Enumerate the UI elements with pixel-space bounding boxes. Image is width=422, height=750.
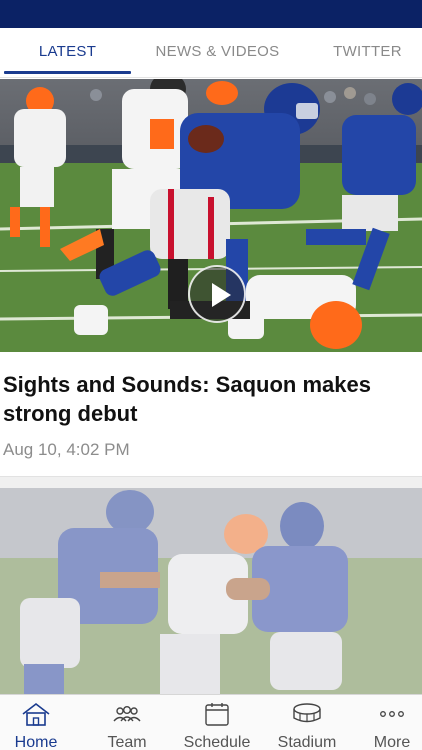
nav-more-label: More	[373, 734, 411, 750]
nav-stadium-label: Stadium	[277, 734, 337, 750]
article-timestamp: Aug 10, 4:02 PM	[3, 440, 130, 459]
featured-video-thumbnail[interactable]	[0, 79, 422, 352]
more-icon	[380, 711, 404, 717]
card-divider	[0, 476, 422, 488]
calendar-icon	[205, 703, 229, 726]
second-article-thumbnail[interactable]	[0, 488, 422, 696]
bottom-navigation: Home Team Schedule Stadium More	[0, 694, 422, 750]
status-bar	[0, 0, 422, 28]
play-icon[interactable]	[188, 265, 246, 323]
content-tabs: LATEST NEWS & VIDEOS TWITTER	[0, 28, 422, 78]
nav-home[interactable]: Home	[0, 695, 72, 750]
home-icon	[22, 702, 50, 726]
active-tab-indicator	[4, 71, 131, 74]
nav-schedule[interactable]: Schedule	[176, 695, 258, 750]
tab-latest[interactable]: LATEST	[4, 28, 131, 76]
tab-news-and-videos[interactable]: NEWS & VIDEOS	[140, 28, 295, 76]
nav-schedule-label: Schedule	[183, 734, 251, 750]
article-headline[interactable]: Sights and Sounds: Saquon makes strong d…	[3, 370, 415, 428]
nav-home-label: Home	[14, 734, 58, 750]
nav-team-label: Team	[107, 734, 147, 750]
second-article-image	[0, 488, 422, 696]
tab-twitter[interactable]: TWITTER	[320, 28, 415, 76]
nav-more[interactable]: More	[362, 695, 422, 750]
nav-team[interactable]: Team	[88, 695, 166, 750]
stadium-icon	[293, 703, 321, 723]
nav-stadium[interactable]: Stadium	[270, 695, 344, 750]
team-icon	[113, 705, 141, 722]
